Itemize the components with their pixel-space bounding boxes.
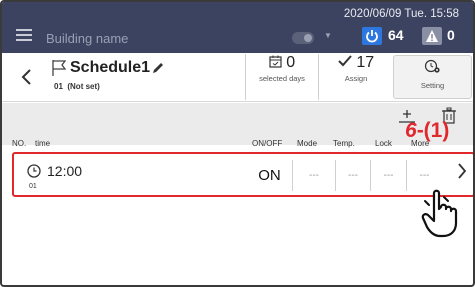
schedule-name: Schedule1 xyxy=(70,59,151,76)
row-number: 01 xyxy=(29,183,37,190)
alert-icon[interactable] xyxy=(422,27,442,45)
assign-label: Assign xyxy=(344,74,368,83)
row-lock: --- xyxy=(370,160,406,191)
col-mode: Mode xyxy=(297,139,318,148)
clock-icon xyxy=(27,164,41,183)
hand-pointer-icon xyxy=(420,187,472,244)
schedule-status: (Not set) xyxy=(67,82,100,91)
row-onoff: ON xyxy=(258,167,281,184)
assign-button[interactable]: 17 Assign xyxy=(318,54,393,100)
caret-down-icon[interactable]: ▼ xyxy=(324,31,332,40)
selected-days-value: 0 xyxy=(286,54,296,71)
back-icon[interactable] xyxy=(20,66,32,92)
row-time: 12:00 xyxy=(47,163,83,179)
annotation-number: 6 xyxy=(405,119,417,142)
col-lock: Lock xyxy=(375,139,392,148)
datetime: 2020/06/09 Tue. 15:58 xyxy=(343,8,459,20)
check-icon xyxy=(338,55,352,67)
annotation-sub: -(1) xyxy=(416,119,450,142)
annotation-label: 6-(1) xyxy=(405,119,449,143)
alert-count: 0 xyxy=(447,27,455,43)
col-time: time xyxy=(35,139,51,148)
setting-button[interactable]: Setting xyxy=(393,55,472,99)
calendar-icon xyxy=(269,55,282,68)
col-temp: Temp. xyxy=(333,139,355,148)
schedule-header: Schedule1 01 (Not set) 0 selected days 1… xyxy=(2,53,473,102)
clock-gear-icon xyxy=(424,59,440,73)
screen-frame: Building name 2020/06/09 Tue. 15:58 ▼ 64… xyxy=(0,0,475,287)
pencil-icon[interactable] xyxy=(152,61,164,79)
building-name[interactable]: Building name xyxy=(46,31,128,46)
selected-days-button[interactable]: 0 selected days xyxy=(245,54,318,100)
table-toolbar xyxy=(2,103,473,145)
chevron-right-icon[interactable] xyxy=(457,162,467,186)
setting-label: Setting xyxy=(420,81,445,90)
assign-value: 17 xyxy=(356,54,375,71)
selected-days-label: selected days xyxy=(259,74,305,83)
col-no: NO. xyxy=(12,139,27,148)
toggle-icon[interactable] xyxy=(292,32,314,44)
col-onoff: ON/OFF xyxy=(252,139,283,148)
schedule-number: 01 xyxy=(54,82,63,91)
top-bar: Building name 2020/06/09 Tue. 15:58 ▼ 64… xyxy=(2,2,473,53)
flag-icon xyxy=(51,59,67,82)
power-count: 64 xyxy=(388,27,404,43)
schedule-subtitle: 01 (Not set) xyxy=(54,82,100,91)
row-mode: --- xyxy=(292,160,335,191)
row-temp: --- xyxy=(335,160,370,191)
table-row[interactable]: 01 12:00 ON --- --- --- --- xyxy=(12,152,473,197)
power-icon[interactable] xyxy=(362,27,382,45)
menu-icon[interactable] xyxy=(16,29,32,41)
